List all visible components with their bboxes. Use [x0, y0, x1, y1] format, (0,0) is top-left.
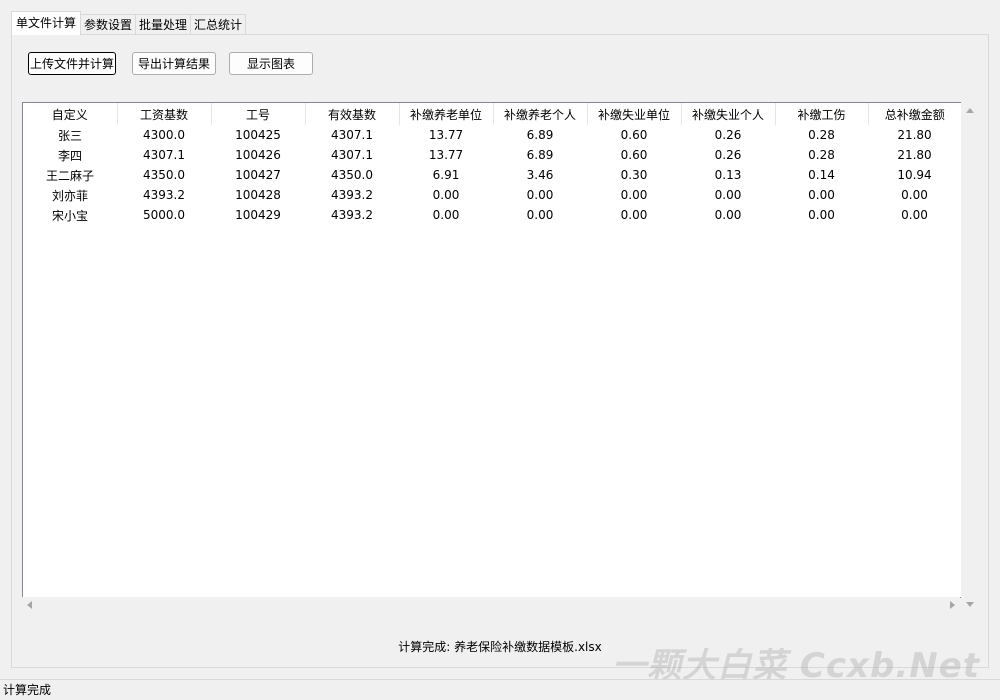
table-cell: 6.89 [526, 128, 554, 142]
upload-calc-button[interactable]: 上传文件并计算 [28, 52, 116, 75]
table-cell: 0.28 [808, 128, 835, 142]
scroll-up-arrow-icon[interactable] [966, 108, 974, 113]
status-bar: 计算完成 [0, 679, 1000, 700]
table-cell: 21.80 [897, 148, 932, 162]
table-cell: 0.00 [432, 188, 460, 202]
result-message: 计算完成: 养老保险补缴数据模板.xlsx [398, 640, 602, 654]
table-cell: 宋小宝 [51, 208, 88, 223]
table-cell: 100428 [235, 188, 281, 202]
table-cell: 3.46 [526, 168, 554, 182]
table-cell: 0.00 [901, 208, 928, 222]
vertical-scrollbar[interactable] [961, 102, 978, 614]
table-row[interactable]: 宋小宝 5000.0 100429 4393.2 0.00 0.00 0.00 … [23, 205, 961, 225]
table-cell: 0.00 [620, 208, 648, 222]
table-cell: 21.80 [897, 128, 932, 142]
column-header[interactable]: 有效基数 [305, 103, 400, 125]
scroll-right-arrow-icon[interactable] [950, 601, 955, 609]
table-cell: 0.30 [620, 168, 648, 182]
status-text: 计算完成 [3, 683, 52, 697]
results-table-frame: 自定义 工资基数 工号 有效基数 补缴养老单位 补缴养老个人 补缴失业单位 补缴… [22, 102, 962, 598]
column-header[interactable]: 自定义 [23, 103, 118, 125]
table-cell: 4300.0 [143, 128, 185, 142]
table-cell: 4307.1 [331, 148, 373, 162]
table-cell: 13.77 [428, 128, 464, 142]
column-header[interactable]: 补缴养老单位 [399, 103, 494, 125]
table-cell: 4393.2 [143, 188, 185, 202]
table-cell: 100429 [235, 208, 281, 222]
tab-single-file[interactable]: 单文件计算 [11, 11, 82, 35]
table-cell: 4350.0 [143, 168, 185, 182]
table-cell: 100426 [235, 148, 281, 162]
table-cell: 4307.1 [143, 148, 185, 162]
table-cell: 4307.1 [331, 128, 373, 142]
scroll-left-arrow-icon[interactable] [27, 601, 32, 609]
tab-batch[interactable]: 批量处理 [135, 14, 192, 35]
column-header[interactable]: 补缴养老个人 [493, 103, 588, 125]
table-cell: 0.00 [714, 208, 742, 222]
table-header-row: 自定义 工资基数 工号 有效基数 补缴养老单位 补缴养老个人 补缴失业单位 补缴… [23, 103, 961, 125]
tab-bar: 单文件计算 参数设置 批量处理 汇总统计 [11, 11, 247, 35]
table-cell: 0.60 [620, 148, 648, 162]
horizontal-scrollbar[interactable] [22, 597, 960, 614]
table-cell: 0.00 [432, 208, 460, 222]
tab-parameters[interactable]: 参数设置 [80, 14, 137, 35]
table-cell: 6.89 [526, 148, 554, 162]
table-cell: 0.00 [901, 188, 928, 202]
table-cell: 0.13 [714, 168, 742, 182]
table-row[interactable]: 刘亦菲 4393.2 100428 4393.2 0.00 0.00 0.00 … [23, 185, 961, 205]
column-header[interactable]: 工资基数 [117, 103, 212, 125]
results-table: 自定义 工资基数 工号 有效基数 补缴养老单位 补缴养老个人 补缴失业单位 补缴… [23, 103, 961, 225]
show-chart-button[interactable]: 显示图表 [229, 52, 313, 75]
table-cell: 0.26 [714, 128, 742, 142]
column-header[interactable]: 补缴工伤 [775, 103, 869, 125]
table-cell: 0.00 [526, 208, 554, 222]
table-cell: 100427 [235, 168, 281, 182]
table-cell: 4350.0 [331, 168, 373, 182]
table-cell: 刘亦菲 [51, 188, 88, 203]
table-cell: 6.91 [432, 168, 460, 182]
scroll-down-arrow-icon[interactable] [966, 602, 974, 607]
column-header[interactable]: 总补缴金额 [868, 103, 961, 125]
table-cell: 0.00 [714, 188, 742, 202]
table-cell: 0.14 [808, 168, 835, 182]
table-cell: 李四 [57, 148, 82, 163]
main-window: 单文件计算 参数设置 批量处理 汇总统计 上传文件并计算 导出计算结果 显示图表… [0, 0, 1000, 700]
table-cell: 0.60 [620, 128, 648, 142]
table-cell: 5000.0 [143, 208, 185, 222]
table-cell: 100425 [235, 128, 281, 142]
table-row[interactable]: 张三 4300.0 100425 4307.1 13.77 6.89 0.60 … [23, 125, 961, 145]
tab-pane-single-file: 上传文件并计算 导出计算结果 显示图表 自定义 工资基数 工号 有效基数 补缴养… [11, 34, 989, 668]
tab-summary[interactable]: 汇总统计 [190, 14, 247, 35]
export-results-button[interactable]: 导出计算结果 [132, 52, 216, 75]
table-cell: 0.00 [808, 208, 835, 222]
table-cell: 0.28 [808, 148, 835, 162]
table-cell: 张三 [57, 128, 82, 143]
table-cell: 4393.2 [331, 208, 373, 222]
column-header[interactable]: 补缴失业个人 [681, 103, 776, 125]
table-cell: 13.77 [428, 148, 464, 162]
column-header[interactable]: 补缴失业单位 [587, 103, 682, 125]
table-row[interactable]: 李四 4307.1 100426 4307.1 13.77 6.89 0.60 … [23, 145, 961, 165]
table-cell: 4393.2 [331, 188, 373, 202]
table-cell: 0.26 [714, 148, 742, 162]
table-cell: 王二麻子 [45, 168, 94, 183]
table-cell: 0.00 [526, 188, 554, 202]
table-cell: 0.00 [620, 188, 648, 202]
column-header[interactable]: 工号 [211, 103, 306, 125]
table-cell: 10.94 [897, 168, 932, 182]
table-row[interactable]: 王二麻子 4350.0 100427 4350.0 6.91 3.46 0.30… [23, 165, 961, 185]
table-cell: 0.00 [808, 188, 835, 202]
